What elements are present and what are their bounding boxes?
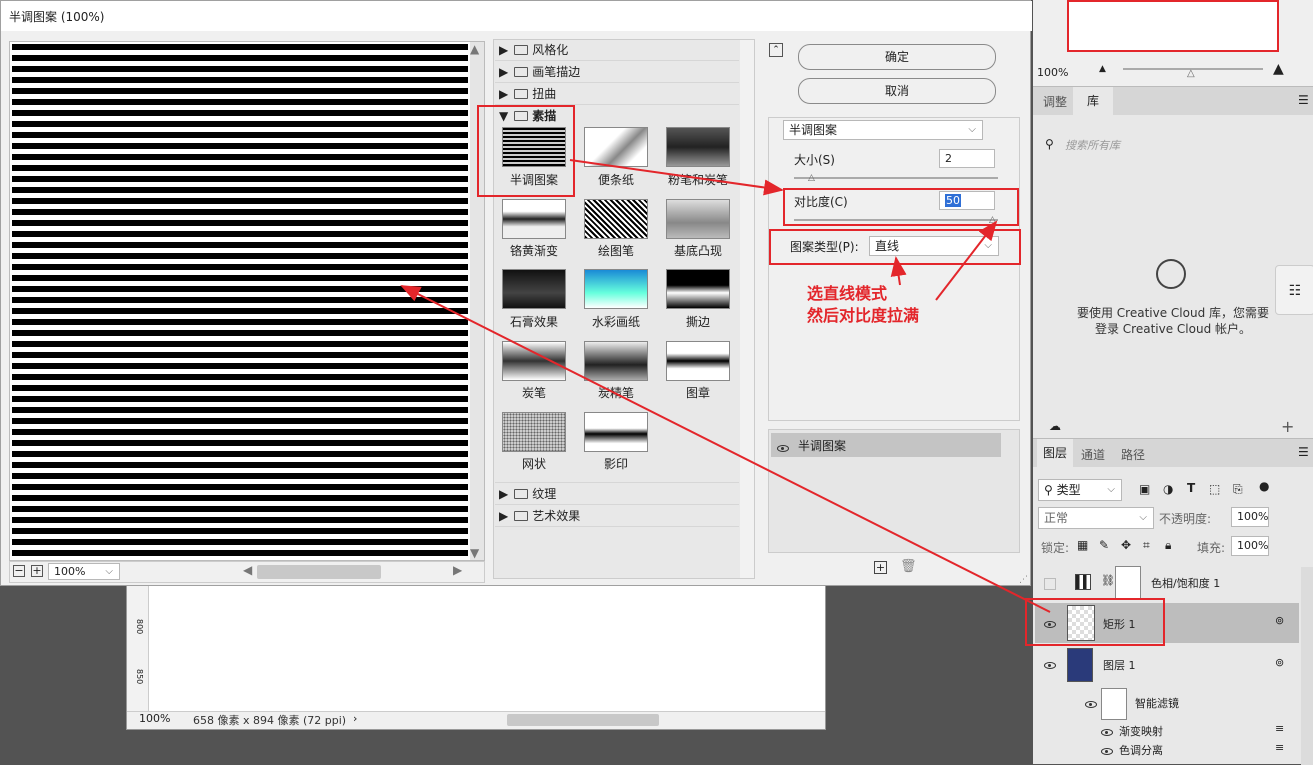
arrow-to-contrast (569, 159, 784, 196)
arrow-to-preview (400, 285, 1051, 613)
annotation-arrows (400, 159, 1051, 613)
arrow-to-contrast-slider (935, 220, 998, 301)
arrow-to-pattern (890, 256, 907, 286)
